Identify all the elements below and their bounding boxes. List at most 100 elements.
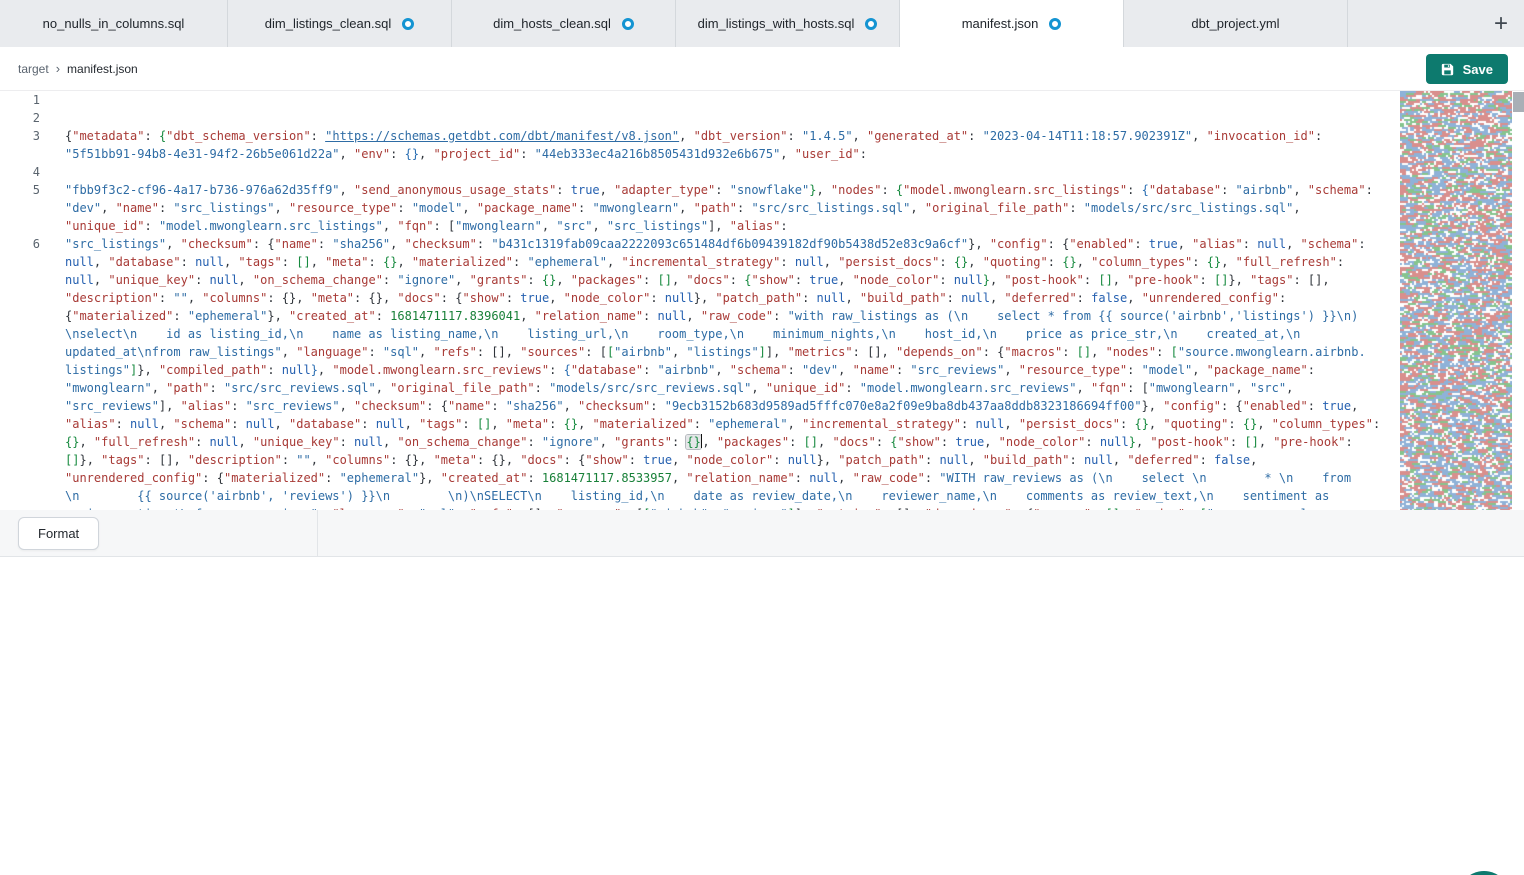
code-text: null, "database": null, "tags": [], "met…: [40, 253, 1344, 271]
unsaved-dot-icon: [1049, 18, 1061, 30]
code-text: []}, "tags": [], "description": "", "col…: [40, 451, 1257, 469]
text-caret: [701, 434, 703, 448]
line-number: [0, 469, 40, 487]
code-row: 1: [0, 91, 1394, 109]
code-row: "alias": null, "schema": null, "database…: [0, 415, 1394, 433]
save-button[interactable]: Save: [1426, 54, 1508, 84]
minimap[interactable]: [1400, 91, 1512, 510]
tab-label: dim_listings_clean.sql: [265, 16, 391, 31]
code-text: "alias": null, "schema": null, "database…: [40, 415, 1380, 433]
code-text: "src_listings", "checksum": {"name": "sh…: [40, 235, 1366, 253]
line-number: [0, 451, 40, 469]
code-row: 3{"metadata": {"dbt_schema_version": "ht…: [0, 127, 1394, 145]
line-number: [0, 217, 40, 235]
code-text: "description": "", "columns": {}, "meta"…: [40, 289, 1286, 307]
code-row: null, "database": null, "tags": [], "met…: [0, 253, 1394, 271]
code-text: "mwonglearn", "path": "src/src_reviews.s…: [40, 379, 1293, 397]
tab-label: manifest.json: [962, 16, 1039, 31]
code-text: "unrendered_config": {"materialized": "e…: [40, 469, 1351, 487]
line-number: [0, 433, 40, 451]
code-text: \nselect\n id as listing_id,\n name as l…: [40, 325, 1300, 343]
code-row: 5"fbb9f3c2-cf96-4a17-b736-976a62d35ff9",…: [0, 181, 1394, 199]
code-text: [40, 91, 65, 109]
line-number: [0, 325, 40, 343]
code-text: \n {{ source('airbnb', 'reviews') }}\n \…: [40, 487, 1329, 505]
editor-tab[interactable]: manifest.json: [900, 0, 1124, 47]
code-row: "unrendered_config": {"materialized": "e…: [0, 469, 1394, 487]
code-lines[interactable]: 123{"metadata": {"dbt_schema_version": "…: [0, 91, 1394, 510]
code-row: 2: [0, 109, 1394, 127]
line-number: [0, 415, 40, 433]
line-number: [0, 253, 40, 271]
code-row: "src_reviews"], "alias": "src_reviews", …: [0, 397, 1394, 415]
code-row: listings"]}, "compiled_path": null}, "mo…: [0, 361, 1394, 379]
editor-tab[interactable]: dim_hosts_clean.sql: [452, 0, 676, 47]
tab-bar: no_nulls_in_columns.sql dim_listings_cle…: [0, 0, 1524, 47]
code-row: "unique_id": "model.mwonglearn.src_listi…: [0, 217, 1394, 235]
editor-tab[interactable]: dim_listings_with_hosts.sql: [676, 0, 900, 47]
line-number: 1: [0, 91, 40, 109]
scrollbar-thumb[interactable]: [1513, 92, 1524, 112]
line-number: 6: [0, 235, 40, 253]
line-number: 5: [0, 181, 40, 199]
code-row: \n {{ source('airbnb', 'reviews') }}\n \…: [0, 487, 1394, 505]
line-number: [0, 199, 40, 217]
unsaved-dot-icon: [865, 18, 877, 30]
code-text: "unique_id": "model.mwonglearn.src_listi…: [40, 217, 788, 235]
code-row: updated_at\nfrom raw_listings", "languag…: [0, 343, 1394, 361]
code-text: "src_reviews"], "alias": "src_reviews", …: [40, 397, 1358, 415]
code-text: [40, 163, 65, 181]
code-text: "dev", "name": "src_listings", "resource…: [40, 199, 1301, 217]
code-row: \nselect\n id as listing_id,\n name as l…: [0, 325, 1394, 343]
code-row: 4: [0, 163, 1394, 181]
line-number: [0, 343, 40, 361]
editor-tab[interactable]: dbt_project.yml: [1124, 0, 1348, 47]
breadcrumb-folder: target: [18, 62, 49, 76]
code-text: updated_at\nfrom raw_listings", "languag…: [40, 343, 1366, 361]
code-row: "mwonglearn", "path": "src/src_reviews.s…: [0, 379, 1394, 397]
line-number: 3: [0, 127, 40, 145]
line-number: [0, 397, 40, 415]
code-text: {"metadata": {"dbt_schema_version": "htt…: [40, 127, 1322, 145]
chevron-right-icon: ›: [56, 61, 60, 76]
breadcrumb-file: manifest.json: [67, 62, 138, 76]
code-text: [40, 109, 65, 127]
format-button[interactable]: Format: [18, 517, 99, 550]
code-editor[interactable]: 123{"metadata": {"dbt_schema_version": "…: [0, 91, 1524, 510]
editor-scrollbar[interactable]: [1513, 91, 1524, 510]
code-text: "5f51bb91-94b8-4e31-94f2-26b5e061d22a", …: [40, 145, 867, 163]
code-row: "5f51bb91-94b8-4e31-94f2-26b5e061d22a", …: [0, 145, 1394, 163]
unsaved-dot-icon: [402, 18, 414, 30]
action-strip: Format: [0, 510, 1524, 557]
line-number: [0, 379, 40, 397]
unsaved-dot-icon: [622, 18, 634, 30]
code-row: null, "unique_key": null, "on_schema_cha…: [0, 271, 1394, 289]
new-tab-plus-icon[interactable]: +: [1494, 12, 1508, 36]
help-fab-button[interactable]: [1458, 871, 1510, 875]
line-number: [0, 307, 40, 325]
matched-bracket-highlight: {}: [686, 435, 700, 449]
line-number: 2: [0, 109, 40, 127]
editor-tab[interactable]: no_nulls_in_columns.sql: [0, 0, 228, 47]
code-row: {}, "full_refresh": null, "unique_key": …: [0, 433, 1394, 451]
code-text: listings"]}, "compiled_path": null}, "mo…: [40, 361, 1315, 379]
line-number: [0, 145, 40, 163]
tab-label: dim_listings_with_hosts.sql: [698, 16, 855, 31]
line-number: [0, 289, 40, 307]
code-row: "dev", "name": "src_listings", "resource…: [0, 199, 1394, 217]
tab-label: dim_hosts_clean.sql: [493, 16, 611, 31]
save-floppy-icon: [1441, 63, 1454, 76]
editor-tab[interactable]: dim_listings_clean.sql: [228, 0, 452, 47]
line-number: [0, 487, 40, 505]
code-row: {"materialized": "ephemeral"}, "created_…: [0, 307, 1394, 325]
line-number: 4: [0, 163, 40, 181]
strip-divider: [317, 510, 318, 557]
code-text: null, "unique_key": null, "on_schema_cha…: [40, 271, 1330, 289]
save-button-label: Save: [1463, 62, 1493, 77]
code-text: {}, "full_refresh": null, "unique_key": …: [40, 433, 1353, 451]
breadcrumb-bar: target › manifest.json Save: [0, 47, 1524, 91]
code-row: []}, "tags": [], "description": "", "col…: [0, 451, 1394, 469]
ide-window: no_nulls_in_columns.sql dim_listings_cle…: [0, 0, 1524, 875]
line-number: [0, 271, 40, 289]
tab-bar-filler: +: [1348, 0, 1524, 47]
